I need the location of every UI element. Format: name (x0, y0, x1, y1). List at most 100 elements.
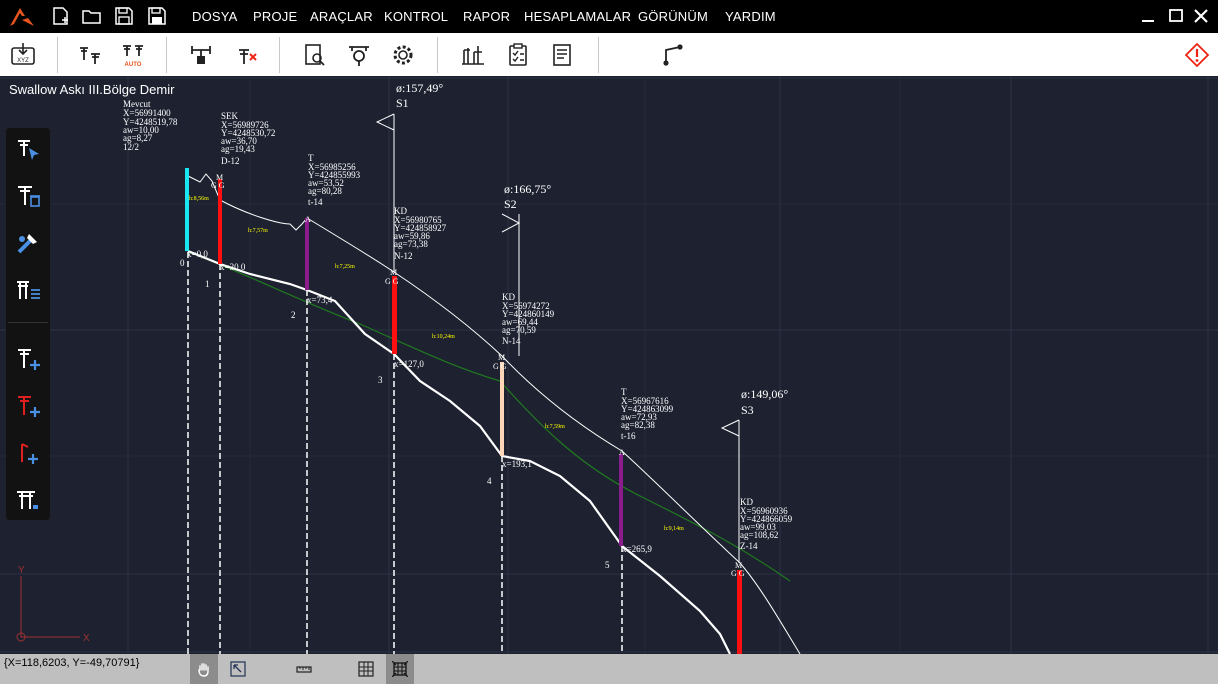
ruler-icon (296, 666, 312, 673)
pole-5-code: A (619, 448, 625, 457)
pole-1-number: 1 (205, 279, 210, 289)
new-file-icon[interactable] (50, 6, 72, 26)
pole-select-icon[interactable] (15, 136, 41, 162)
hand-icon (198, 663, 209, 677)
profile-drawing: Mevcut X=56991400 Y=4248519,78 aw=10,00 ag=8… (0, 76, 1218, 654)
pole-3-body[interactable] (392, 276, 397, 354)
pole-6-info: KD X=56960936 Y=424866059 aw=99,03 ag=108,62… (740, 497, 793, 551)
document-search-icon[interactable] (302, 42, 328, 68)
ruler-button[interactable] (290, 654, 318, 684)
snap-toggle-button[interactable] (386, 654, 414, 684)
pole-5-body[interactable] (619, 454, 623, 546)
pole-dash-lines (187, 252, 623, 654)
pole-4-info: KD X=56974272 Y=424860149 aw=69,44 ag=70,59 N… (502, 292, 555, 346)
pole-1-body[interactable] (218, 179, 222, 264)
pole-3-gg: G G (385, 277, 399, 286)
pole-1-gg: G G (211, 181, 225, 190)
pole-2-info: T X=56985256 Y=424855993 aw=53,52 ag=80,28 t-… (308, 153, 361, 207)
pole-tools-icon[interactable] (15, 230, 41, 256)
span-5-height: h:9,14m (664, 526, 684, 532)
status-bar: {X=118,6203, Y=-49,70791} (0, 654, 1218, 684)
pole-2-number: 2 (291, 310, 296, 320)
conductor-line (187, 173, 801, 654)
open-folder-icon[interactable] (81, 6, 103, 26)
pole-6-body[interactable] (737, 570, 742, 654)
pole-placement-icon[interactable] (77, 42, 103, 68)
side-tool-panel (6, 128, 50, 520)
profile-view-icon[interactable] (460, 42, 486, 68)
span-2-height: h:7,25m (335, 264, 355, 270)
pole-2-body[interactable] (305, 218, 309, 290)
add-red-pole-icon[interactable] (15, 393, 41, 419)
pole-equipment-icon[interactable] (188, 42, 214, 68)
pole-3-info: KD X=56980765 Y=424858927 aw=59,86 ag=73,38 N… (394, 206, 447, 261)
menu-bar: DOSYA PROJE ARAÇLAR KONTROL RAPOR HESAPL… (0, 0, 1218, 33)
pole-remove-icon[interactable] (15, 183, 41, 209)
pole-list-icon[interactable] (15, 277, 41, 303)
svg-text:XYZ: XYZ (17, 58, 29, 64)
pole-5-number: 5 (605, 560, 610, 570)
cursor-coordinates: {X=118,6203, Y=-49,70791} (4, 657, 140, 669)
pole-4-x: x=193,1 (502, 459, 532, 469)
ground-profile (187, 249, 731, 654)
add-pole-icon[interactable] (15, 346, 41, 372)
pole-1-x: x=30,0 (220, 262, 246, 272)
toolbar-separator (598, 37, 599, 73)
pole-4-number: 4 (487, 476, 492, 486)
app-logo-icon (10, 8, 34, 26)
save-icon[interactable] (113, 6, 135, 26)
checklist-icon[interactable] (505, 42, 531, 68)
pole-0-info: Mevcut X=56991400 Y=4248519,78 aw=10,00 ag=8… (123, 99, 178, 152)
pole-settings-icon[interactable] (15, 487, 41, 513)
side-panel-separator (8, 322, 48, 323)
close-icon[interactable] (1191, 6, 1211, 26)
menu-proje[interactable]: PROJE (253, 9, 297, 24)
add-angle-pole-icon[interactable] (15, 440, 41, 466)
toolbar-separator (57, 37, 58, 73)
pole-0-body[interactable] (185, 168, 189, 251)
toolbar-separator (437, 37, 438, 73)
menu-kontrol[interactable]: KONTROL (384, 9, 448, 24)
pole-4-gg: G G (493, 362, 507, 371)
menu-gorunum[interactable]: GÖRÜNÜM (638, 9, 708, 24)
menu-dosya[interactable]: DOSYA (192, 9, 238, 24)
angle-2-name: S2 (504, 197, 517, 211)
snap-grid-icon (392, 661, 408, 677)
pole-5-x: x=265,9 (622, 544, 652, 554)
report-icon[interactable] (549, 42, 575, 68)
zoom-extents-button[interactable] (224, 654, 252, 684)
pole-5-info: T X=56967616 Y=424863099 aw=72,93 ag=82,38 t-… (621, 387, 674, 441)
grid-icon (358, 661, 374, 677)
pan-button[interactable] (190, 654, 218, 684)
pole-0-number: 0 (180, 258, 185, 268)
settings-gear-icon[interactable] (390, 42, 416, 68)
drawing-title: Swallow Askı III.Bölge Demir (9, 82, 175, 97)
axis-x-label: X (83, 633, 90, 644)
axis-y-label: Y (18, 565, 25, 576)
save-as-icon[interactable] (146, 6, 168, 26)
drawing-canvas[interactable]: Mevcut X=56991400 Y=4248519,78 aw=10,00 ag=8… (0, 76, 1218, 654)
pole-0-x: x=0,0 (187, 249, 208, 259)
warning-icon[interactable] (1184, 42, 1210, 68)
minimize-icon[interactable] (1138, 6, 1158, 26)
pole-3-code: M (390, 268, 397, 277)
menu-rapor[interactable]: RAPOR (463, 9, 510, 24)
toolbar: XYZ AUTO (0, 33, 1218, 76)
pole-3-x: x=127,0 (394, 359, 424, 369)
import-xyz-icon[interactable]: XYZ (10, 42, 36, 68)
polyline-node-icon[interactable] (660, 42, 686, 68)
pole-delete-icon[interactable] (234, 42, 260, 68)
maximize-icon[interactable] (1166, 6, 1186, 26)
angle-1-value: ø:157,49° (396, 81, 443, 95)
auto-pole-placement-icon[interactable]: AUTO (120, 42, 146, 68)
menu-hesaplamalar[interactable]: HESAPLAMALAR (524, 9, 631, 24)
toolbar-separator (279, 37, 280, 73)
menu-araclar[interactable]: ARAÇLAR (310, 9, 373, 24)
grid-toggle-button[interactable] (352, 654, 380, 684)
pole-2-x: x=73,4 (307, 295, 333, 305)
axis-indicator (16, 576, 80, 642)
pole-4-body[interactable] (500, 362, 504, 456)
pole-0-height: h:8,56m (189, 196, 209, 202)
pole-search-icon[interactable] (346, 42, 372, 68)
menu-yardim[interactable]: YARDIM (725, 9, 776, 24)
